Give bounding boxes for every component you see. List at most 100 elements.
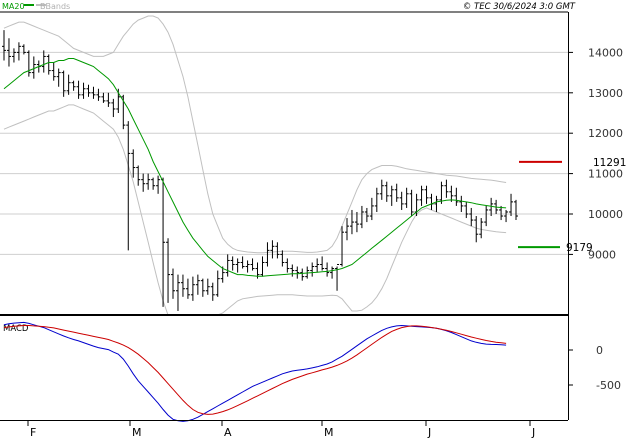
ohlc-bar: [2, 30, 6, 61]
ohlc-bar: [195, 274, 200, 295]
ohlc-bar: [21, 44, 26, 55]
ohlc-bar: [389, 185, 394, 206]
ohlc-bar: [484, 205, 489, 227]
ohlc-bar: [479, 218, 484, 239]
ohlc-bar: [250, 258, 255, 271]
ohlc-bar: [11, 48, 16, 63]
ohlc-bar: [354, 211, 359, 233]
bband-lower: [3, 104, 507, 316]
ohlc-bar: [340, 226, 345, 267]
ohlc-bar: [166, 238, 171, 303]
price-tick-label-11000: 11000: [588, 168, 623, 181]
ohlc-bar: [504, 209, 509, 223]
ohlc-bar: [300, 268, 305, 281]
ma20-legend-swatch: [24, 4, 34, 6]
price-tick-label-13000: 13000: [588, 87, 623, 100]
ohlc-bar: [171, 268, 176, 299]
macd-tick-label-0: 0: [596, 344, 603, 357]
ohlc-bar: [86, 84, 91, 97]
macd-line: [3, 321, 507, 422]
copyright-text: © TEC 30/6/2024 3:0 GMT: [463, 2, 576, 12]
ohlc-bar: [364, 207, 369, 223]
ohlc-bar: [240, 256, 245, 269]
price-tick-label-14000: 14000: [588, 46, 623, 59]
ohlc-bar: [320, 256, 325, 271]
bbands-legend-label: BBands: [40, 2, 70, 11]
ohlc-bar: [295, 266, 300, 279]
ohlc-bar: [161, 177, 166, 307]
ohlc-bar: [374, 187, 379, 212]
ohlc-bar: [270, 240, 275, 259]
ohlc-bar: [190, 276, 195, 301]
month-label-1: M: [132, 426, 142, 439]
month-label-4: J: [427, 426, 431, 439]
ohlc-bar: [56, 68, 61, 87]
price-bars: [2, 30, 518, 311]
ohlc-bar: [156, 175, 161, 194]
ohlc-bar: [225, 254, 230, 277]
month-label-2: A: [224, 426, 232, 439]
ohlc-bar: [275, 242, 280, 259]
ohlc-bar: [151, 177, 156, 190]
ohlc-bar: [185, 278, 190, 299]
month-label-3: M: [324, 426, 334, 439]
month-label-0: F: [30, 426, 36, 439]
ohlc-bar: [126, 121, 131, 251]
ohlc-bar: [394, 183, 399, 202]
ohlc-bar: [81, 82, 86, 99]
ohlc-bar: [330, 266, 335, 279]
ohlc-bar: [369, 197, 374, 221]
ohlc-bar: [41, 50, 46, 73]
ohlc-bar: [464, 201, 469, 219]
macd-signal-line: [3, 325, 507, 415]
macd-tick-label--500: -500: [596, 379, 621, 392]
ohlc-bar: [424, 185, 429, 204]
ohlc-bar: [379, 179, 384, 200]
ohlc-bar: [419, 185, 424, 206]
ohlc-bar: [175, 274, 180, 311]
ohlc-bar: [146, 173, 151, 190]
ohlc-bar: [409, 189, 414, 217]
ohlc-bar: [205, 278, 210, 295]
ma20-polyline: [3, 58, 507, 277]
ohlc-bar: [359, 205, 364, 229]
price-axis: 9000 10000 11000 12000 13000 14000: [568, 46, 623, 261]
ohlc-bar: [315, 258, 320, 273]
ohlc-bar: [290, 264, 295, 277]
ohlc-bar: [96, 88, 101, 101]
ohlc-bar: [180, 274, 185, 297]
ohlc-bar: [399, 191, 404, 210]
price-tick-label-10000: 10000: [588, 208, 623, 221]
month-label-5: J: [531, 426, 535, 439]
ma20-line: [3, 58, 507, 277]
ohlc-bar: [101, 92, 106, 103]
ohlc-bar: [66, 74, 71, 95]
time-axis: FMAMJJ: [27, 420, 535, 439]
ohlc-bar: [260, 256, 265, 277]
ohlc-bar: [444, 179, 449, 198]
ohlc-bar: [404, 187, 409, 208]
price-tick-label-9000: 9000: [588, 248, 616, 261]
ohlc-bar: [280, 250, 285, 267]
ohlc-bar: [514, 199, 518, 221]
ohlc-bar: [141, 173, 146, 192]
ohlc-bar: [210, 282, 215, 301]
ohlc-bar: [26, 50, 31, 77]
bband-upper: [3, 15, 507, 254]
ohlc-bar: [235, 258, 240, 273]
chart: 112919179 90001000011000120001300014000 …: [0, 2, 626, 439]
ohlc-bar: [136, 165, 141, 186]
ohlc-bar: [245, 260, 250, 273]
ohlc-bar: [310, 262, 315, 277]
ohlc-bar: [76, 80, 81, 99]
ohlc-bar: [106, 92, 111, 107]
ohlc-bar: [285, 258, 290, 273]
ma20-legend-label: MA20: [2, 2, 25, 11]
ohlc-bar: [454, 187, 459, 206]
ohlc-bar: [111, 98, 116, 118]
macd-panel: MACD0-500: [3, 321, 621, 422]
ohlc-bar: [215, 270, 220, 297]
ohlc-bar: [434, 195, 439, 212]
ohlc-bar: [46, 54, 51, 75]
ohlc-bar: [16, 42, 21, 61]
